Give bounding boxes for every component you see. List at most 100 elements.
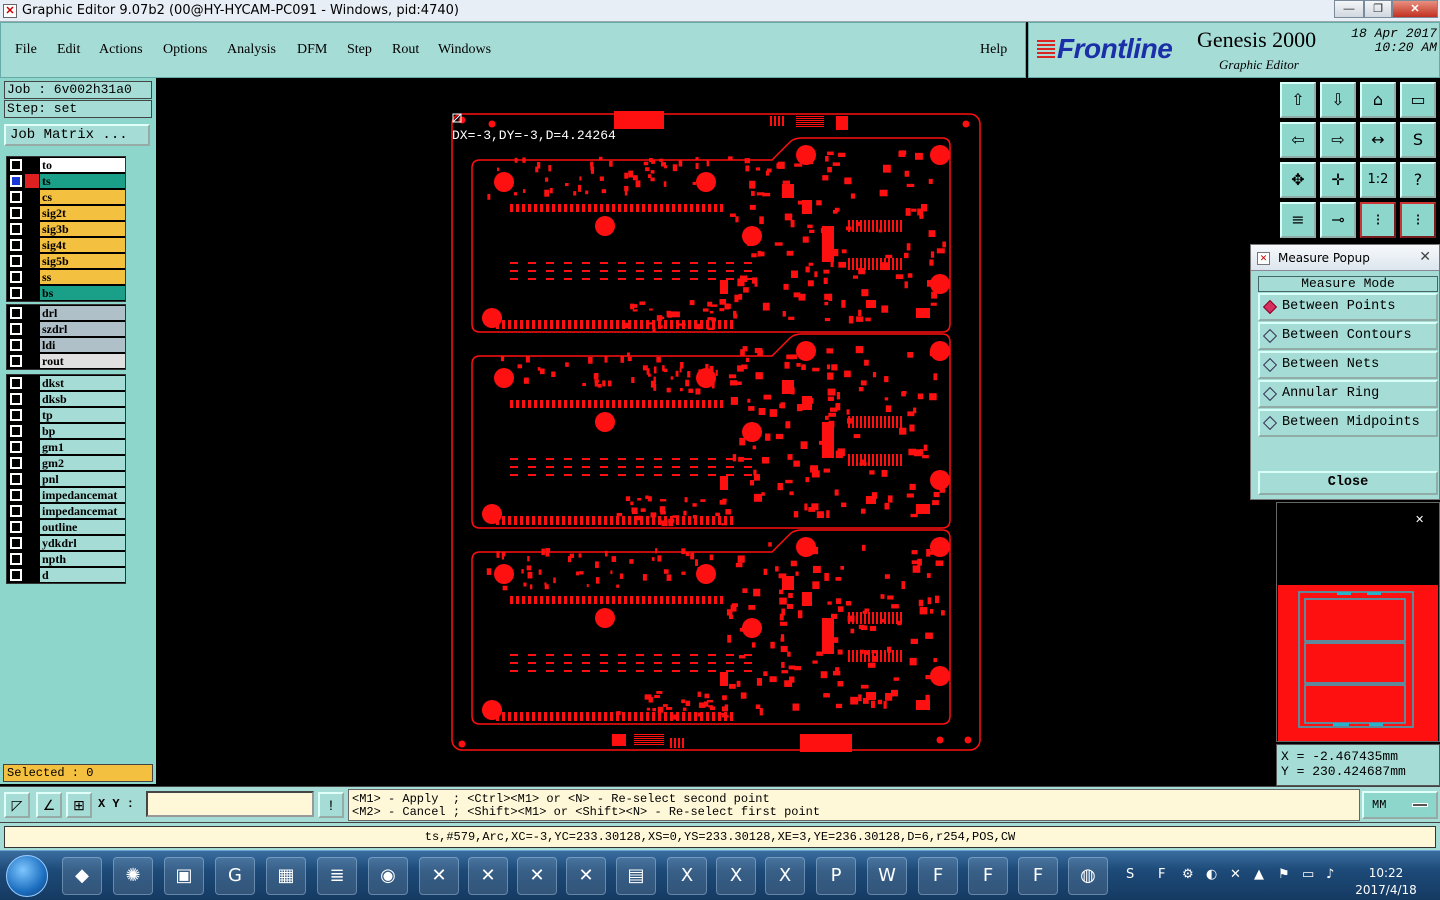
- layer-name[interactable]: ydkdrl: [40, 536, 125, 550]
- layer-checkbox[interactable]: [10, 175, 22, 187]
- layer-name[interactable]: cs: [40, 190, 125, 204]
- layer-row-sig5b[interactable]: sig5b: [7, 253, 125, 269]
- layer-name[interactable]: ts: [40, 174, 125, 188]
- layer-checkbox[interactable]: [10, 239, 22, 251]
- option-between-midpoints[interactable]: Between Midpoints: [1258, 409, 1438, 437]
- grid-icon[interactable]: ⊞: [66, 792, 92, 818]
- excel-icon[interactable]: X: [765, 857, 805, 895]
- menu-file[interactable]: File: [15, 42, 37, 58]
- layer-checkbox[interactable]: [10, 255, 22, 267]
- layer-row-drl[interactable]: drl: [7, 305, 125, 321]
- shell-icon[interactable]: ✺: [113, 857, 153, 895]
- overview-map[interactable]: ✕: [1276, 502, 1440, 742]
- layer-row-to[interactable]: to: [7, 157, 125, 173]
- network-app-icon[interactable]: ◍: [1068, 857, 1108, 895]
- alert-icon[interactable]: !: [318, 792, 344, 818]
- menu-options[interactable]: Options: [163, 42, 207, 58]
- layer-checkbox[interactable]: [10, 323, 22, 335]
- layer-checkbox[interactable]: [10, 569, 22, 581]
- menu-analysis[interactable]: Analysis: [227, 42, 276, 58]
- layer-colors-alt-icon[interactable]: ⁝: [1400, 202, 1436, 238]
- pan-right-icon[interactable]: ⇨: [1320, 122, 1356, 158]
- layer-row-ydkdrl[interactable]: ydkdrl: [7, 535, 125, 551]
- minimize-button[interactable]: —: [1334, 0, 1364, 18]
- excel-icon[interactable]: X: [667, 857, 707, 895]
- notepad-icon[interactable]: ≣: [317, 857, 357, 895]
- tray-network-icon[interactable]: ▭: [1302, 867, 1314, 882]
- layer-checkbox[interactable]: [10, 271, 22, 283]
- measure-popup-titlebar[interactable]: ✕ Measure Popup ✕: [1251, 245, 1439, 271]
- frontline-task-icon[interactable]: F: [918, 857, 958, 895]
- layer-row-npth[interactable]: npth: [7, 551, 125, 567]
- layer-row-outline[interactable]: outline: [7, 519, 125, 535]
- zoom-fit-icon[interactable]: ✥: [1280, 162, 1316, 198]
- layer-row-impedancemat[interactable]: impedancemat: [7, 503, 125, 519]
- layer-name[interactable]: drl: [40, 306, 125, 320]
- probe-icon[interactable]: ⊸: [1320, 202, 1356, 238]
- layer-checkbox[interactable]: [10, 441, 22, 453]
- measure-close-button[interactable]: Close: [1258, 471, 1438, 495]
- layer-name[interactable]: impedancemat: [40, 488, 125, 502]
- layer-name[interactable]: gm2: [40, 456, 125, 470]
- tray-volume-icon[interactable]: ♪: [1326, 867, 1334, 882]
- layer-checkbox[interactable]: [10, 457, 22, 469]
- home-view-icon[interactable]: ⌂: [1360, 82, 1396, 118]
- layer-checkbox[interactable]: [10, 537, 22, 549]
- maximize-button[interactable]: ❐: [1364, 0, 1392, 18]
- word-icon[interactable]: W: [867, 857, 907, 895]
- menu-dfm[interactable]: DFM: [297, 42, 327, 58]
- layer-checkbox[interactable]: [10, 521, 22, 533]
- layer-name[interactable]: dksb: [40, 392, 125, 406]
- help-icon[interactable]: ?: [1400, 162, 1436, 198]
- menu-actions[interactable]: Actions: [99, 42, 143, 58]
- layer-row-impedancemat[interactable]: impedancemat: [7, 487, 125, 503]
- layer-name[interactable]: bs: [40, 286, 125, 300]
- layer-checkbox[interactable]: [10, 159, 22, 171]
- layer-row-bs[interactable]: bs: [7, 285, 125, 301]
- layer-checkbox[interactable]: [10, 553, 22, 565]
- close-icon[interactable]: ✕: [1419, 248, 1431, 265]
- menu-rout[interactable]: Rout: [392, 42, 419, 58]
- layer-name[interactable]: sig2t: [40, 206, 125, 220]
- genesis-task-icon[interactable]: ✕: [517, 857, 557, 895]
- layer-name[interactable]: szdrl: [40, 322, 125, 336]
- pdf-icon[interactable]: ▤: [616, 857, 656, 895]
- pan-left-icon[interactable]: ⇦: [1280, 122, 1316, 158]
- tray-f-icon[interactable]: F: [1158, 867, 1165, 882]
- frontline-task-icon[interactable]: F: [1018, 857, 1058, 895]
- layer-row-ldi[interactable]: ldi: [7, 337, 125, 353]
- layer-checkbox[interactable]: [10, 473, 22, 485]
- layer-checkbox[interactable]: [10, 489, 22, 501]
- layer-row-cs[interactable]: cs: [7, 189, 125, 205]
- frontline-task-icon[interactable]: F: [968, 857, 1008, 895]
- close-window-button[interactable]: ✕: [1392, 0, 1438, 18]
- layer-name[interactable]: sig5b: [40, 254, 125, 268]
- save-disk-icon[interactable]: ▣: [164, 857, 204, 895]
- layer-checkbox[interactable]: [10, 409, 22, 421]
- option-annular-ring[interactable]: Annular Ring: [1258, 380, 1438, 408]
- layer-name[interactable]: pnl: [40, 472, 125, 486]
- graphic-canvas[interactable]: DX=-3,DY=-3,D=4.24264: [156, 78, 1276, 786]
- layer-row-bp[interactable]: bp: [7, 423, 125, 439]
- layer-row-tp[interactable]: tp: [7, 407, 125, 423]
- layer-row-gm2[interactable]: gm2: [7, 455, 125, 471]
- layer-row-sig3b[interactable]: sig3b: [7, 221, 125, 237]
- layer-name[interactable]: dkst: [40, 376, 125, 390]
- layer-colors-icon[interactable]: ⁝: [1360, 202, 1396, 238]
- tray-app-icon[interactable]: ✕: [1230, 867, 1241, 882]
- layer-checkbox[interactable]: [10, 505, 22, 517]
- layer-name[interactable]: ss: [40, 270, 125, 284]
- layer-row-pnl[interactable]: pnl: [7, 471, 125, 487]
- menu-windows[interactable]: Windows: [438, 42, 491, 58]
- xy-input[interactable]: [146, 791, 314, 817]
- snap-grid-icon[interactable]: ◸: [4, 792, 30, 818]
- zoom-down-icon[interactable]: ⇩: [1320, 82, 1356, 118]
- tray-flag-icon[interactable]: ⚑: [1278, 867, 1290, 882]
- layer-name[interactable]: npth: [40, 552, 125, 566]
- layer-name[interactable]: impedancemat: [40, 504, 125, 518]
- layer-name[interactable]: sig4t: [40, 238, 125, 252]
- snap-angle-icon[interactable]: ∠: [36, 792, 62, 818]
- layer-name[interactable]: gm1: [40, 440, 125, 454]
- layer-checkbox[interactable]: [10, 355, 22, 367]
- units-selector[interactable]: MM: [1362, 791, 1438, 819]
